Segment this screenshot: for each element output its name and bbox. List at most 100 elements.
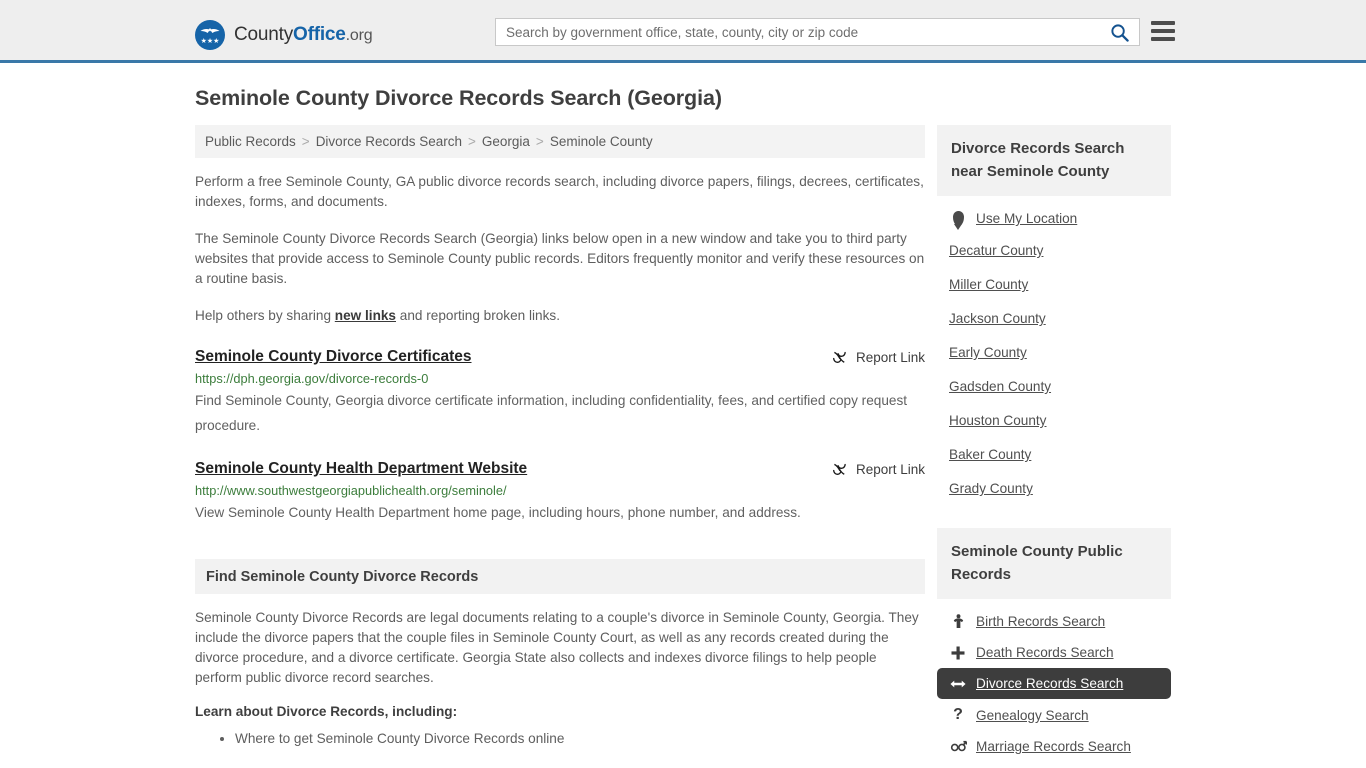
- use-my-location-label: Use My Location: [976, 211, 1078, 226]
- baby-icon: [949, 614, 967, 629]
- left-right-arrow-icon: [949, 678, 967, 690]
- county-label: Jackson County: [949, 311, 1046, 326]
- male-female-glyph: [950, 740, 967, 751]
- question-mark-icon: ?: [953, 706, 963, 723]
- search-bar[interactable]: [495, 18, 1140, 46]
- broken-link-icon: [832, 463, 846, 475]
- help-others-line: Help others by sharing new links and rep…: [195, 306, 925, 326]
- left-right-arrow-glyph: [950, 680, 966, 687]
- sidebar-item-label: Death Records Search: [976, 645, 1114, 660]
- public-records-list: Birth Records Search Death Records Searc…: [937, 599, 1171, 762]
- eagle-shield-logo-icon: ★★★: [195, 20, 225, 50]
- sidebar-item-decatur-county[interactable]: Decatur County: [937, 234, 1171, 268]
- find-records-paragraph: Seminole County Divorce Records are lega…: [195, 610, 919, 685]
- main-column: Public Records > Divorce Records Search …: [195, 125, 925, 749]
- help-text-before: Help others by sharing: [195, 308, 335, 323]
- map-pin-icon: [949, 211, 967, 226]
- county-label: Decatur County: [949, 243, 1044, 258]
- result-title-link[interactable]: Seminole County Health Department Websit…: [195, 460, 527, 478]
- site-logo-link[interactable]: ★★★ CountyOffice.org: [195, 20, 373, 50]
- breadcrumb-item-divorce-records-search[interactable]: Divorce Records Search: [316, 134, 462, 149]
- report-link-label: Report Link: [855, 349, 925, 365]
- sidebar-item-early-county[interactable]: Early County: [937, 336, 1171, 370]
- sidebar-item-jackson-county[interactable]: Jackson County: [937, 302, 1171, 336]
- search-button[interactable]: [1099, 19, 1139, 45]
- breadcrumb-item-seminole-county: Seminole County: [549, 134, 653, 149]
- page-container: Seminole County Divorce Records Search (…: [0, 86, 1366, 768]
- intro-paragraph-1: Perform a free Seminole County, GA publi…: [195, 174, 924, 209]
- cross-glyph: [951, 646, 965, 659]
- sidebar-item-baker-county[interactable]: Baker County: [937, 438, 1171, 472]
- breadcrumb: Public Records > Divorce Records Search …: [195, 125, 925, 158]
- sidebar-item-genealogy-search[interactable]: ? Genealogy Search: [937, 699, 1171, 731]
- intro-paragraph-2: The Seminole County Divorce Records Sear…: [195, 231, 925, 286]
- search-input[interactable]: [496, 19, 1099, 45]
- report-link-button[interactable]: Report Link: [831, 349, 925, 366]
- broken-link-icon: [832, 351, 846, 363]
- help-text-after: and reporting broken links.: [396, 308, 560, 323]
- hamburger-bar-2: [1151, 29, 1175, 33]
- nearby-list: Use My Location Decatur County Miller Co…: [937, 196, 1171, 506]
- county-label: Early County: [949, 345, 1027, 360]
- result-item: Seminole County Divorce Certificates Rep…: [195, 348, 925, 438]
- public-records-panel-heading: Seminole County Public Records: [937, 528, 1171, 599]
- sidebar-item-label: Genealogy Search: [976, 707, 1089, 723]
- male-female-icon: [949, 740, 967, 754]
- logo-stars: ★★★: [200, 38, 220, 45]
- baby-glyph: [953, 614, 963, 628]
- result-description: View Seminole County Health Department h…: [195, 505, 801, 520]
- nearby-panel: Divorce Records Search near Seminole Cou…: [937, 125, 1171, 506]
- report-link-button[interactable]: Report Link: [831, 461, 925, 478]
- breadcrumb-separator: >: [468, 134, 476, 149]
- county-label: Baker County: [949, 447, 1032, 462]
- site-header: ★★★ CountyOffice.org: [0, 0, 1366, 63]
- cross-icon: [949, 646, 967, 660]
- content-row: Public Records > Divorce Records Search …: [195, 125, 1171, 768]
- result-header: Seminole County Health Department Websit…: [195, 460, 925, 478]
- nearby-panel-heading: Divorce Records Search near Seminole Cou…: [937, 125, 1171, 196]
- use-my-location-item[interactable]: Use My Location: [937, 203, 1171, 234]
- breadcrumb-item-public-records[interactable]: Public Records: [205, 134, 296, 149]
- brand-part-county: County: [234, 24, 294, 45]
- sidebar-item-gadsden-county[interactable]: Gadsden County: [937, 370, 1171, 404]
- sidebar-item-grady-county[interactable]: Grady County: [937, 472, 1171, 506]
- hamburger-bar-3: [1151, 37, 1175, 41]
- result-title-link[interactable]: Seminole County Divorce Certificates: [195, 348, 472, 366]
- sidebar-item-divorce-records-search[interactable]: Divorce Records Search: [937, 668, 1171, 699]
- breadcrumb-separator: >: [301, 134, 310, 149]
- find-records-section-heading: Find Seminole County Divorce Records: [195, 559, 925, 594]
- brand-wordmark: CountyOffice.org: [234, 24, 373, 46]
- hamburger-menu-icon[interactable]: [1151, 21, 1175, 41]
- county-label: Gadsden County: [949, 379, 1052, 394]
- result-header: Seminole County Divorce Certificates Rep…: [195, 348, 925, 366]
- sidebar-item-marriage-records-search[interactable]: Marriage Records Search: [937, 731, 1171, 762]
- breadcrumb-item-georgia[interactable]: Georgia: [482, 134, 530, 149]
- breadcrumb-separator: >: [535, 134, 544, 149]
- sidebar: Divorce Records Search near Seminole Cou…: [937, 125, 1171, 768]
- search-icon: [1110, 23, 1129, 42]
- county-label: Grady County: [949, 481, 1033, 496]
- sidebar-item-label: Birth Records Search: [976, 614, 1106, 629]
- brand-part-org: .org: [345, 27, 373, 44]
- sidebar-item-houston-county[interactable]: Houston County: [937, 404, 1171, 438]
- sidebar-item-death-records-search[interactable]: Death Records Search: [937, 637, 1171, 668]
- new-links-link[interactable]: new links: [335, 308, 396, 323]
- hamburger-bar-1: [1151, 21, 1175, 25]
- county-label: Miller County: [949, 277, 1029, 292]
- eagle-icon: [200, 28, 220, 33]
- learn-about-lead-in: Learn about Divorce Records, including:: [195, 704, 458, 719]
- result-url: https://dph.georgia.gov/divorce-records-…: [195, 371, 429, 386]
- result-description: Find Seminole County, Georgia divorce ce…: [195, 393, 908, 433]
- find-records-section-body: Seminole County Divorce Records are lega…: [195, 594, 925, 749]
- sidebar-item-birth-records-search[interactable]: Birth Records Search: [937, 606, 1171, 637]
- sidebar-item-label: Marriage Records Search: [976, 739, 1131, 754]
- learn-about-list: Where to get Seminole County Divorce Rec…: [195, 728, 925, 749]
- page-title: Seminole County Divorce Records Search (…: [195, 86, 722, 110]
- brand-part-office: Office: [293, 24, 346, 45]
- list-item: Where to get Seminole County Divorce Rec…: [235, 728, 925, 749]
- report-link-label: Report Link: [855, 461, 925, 477]
- result-url: http://www.southwestgeorgiapublichealth.…: [195, 483, 507, 498]
- sidebar-item-miller-county[interactable]: Miller County: [937, 268, 1171, 302]
- county-label: Houston County: [949, 413, 1047, 428]
- result-item: Seminole County Health Department Websit…: [195, 460, 925, 525]
